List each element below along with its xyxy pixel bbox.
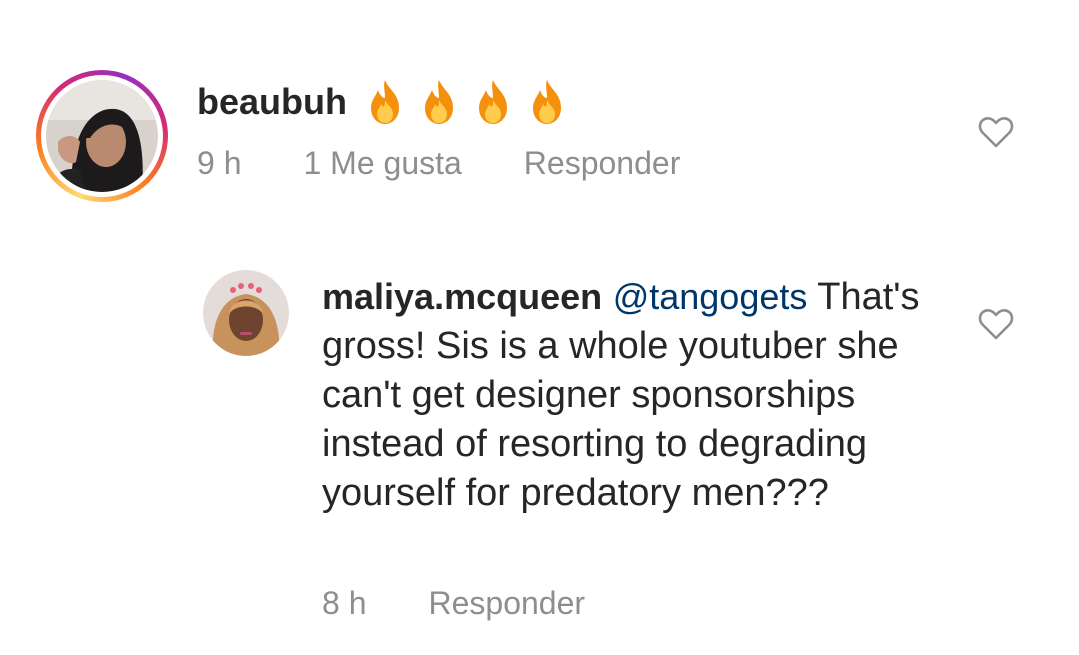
comment-body: maliya.mcqueen @tangogets That's gross! … bbox=[322, 272, 942, 518]
comment: beaubuh 9 h 1 Me gusta Responder bbox=[0, 0, 1079, 230]
comment-meta: 9 h 1 Me gusta Responder bbox=[197, 145, 680, 182]
avatar-photo bbox=[46, 80, 158, 192]
comment-meta: 8 h Responder bbox=[322, 585, 585, 622]
fire-emoji bbox=[533, 80, 561, 124]
fire-emoji bbox=[479, 80, 507, 124]
fire-emoji bbox=[371, 80, 399, 124]
username[interactable]: beaubuh bbox=[197, 81, 347, 123]
mention-link[interactable]: @tangogets bbox=[613, 276, 808, 317]
heart-outline-icon[interactable] bbox=[978, 116, 1014, 149]
timestamp: 8 h bbox=[322, 585, 367, 621]
story-ring[interactable] bbox=[36, 70, 168, 202]
timestamp: 9 h bbox=[197, 145, 242, 181]
username[interactable]: maliya.mcqueen bbox=[322, 276, 602, 317]
heart-outline-icon[interactable] bbox=[978, 308, 1014, 341]
reply-button[interactable]: Responder bbox=[428, 585, 585, 622]
likes-count[interactable]: 1 Me gusta bbox=[303, 145, 461, 182]
avatar[interactable] bbox=[46, 80, 158, 192]
reply-button[interactable]: Responder bbox=[524, 145, 681, 182]
comment-header: beaubuh bbox=[197, 78, 571, 126]
avatar[interactable] bbox=[203, 270, 289, 356]
fire-emoji bbox=[425, 80, 453, 124]
avatar-photo bbox=[203, 270, 289, 356]
emoji-group bbox=[361, 78, 571, 126]
